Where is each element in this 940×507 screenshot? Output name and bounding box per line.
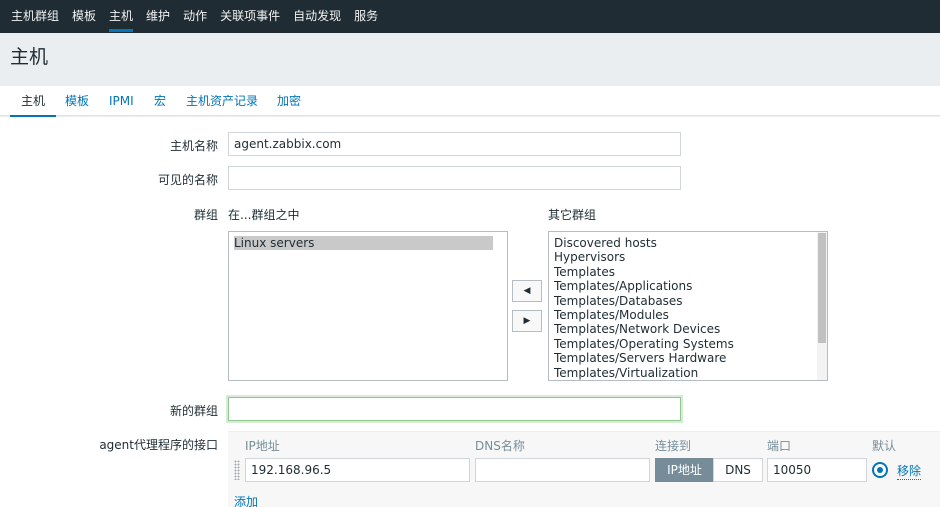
remove-interface-link[interactable]: 移除 <box>897 462 922 480</box>
move-to-other-groups-button[interactable]: ▶ <box>512 310 542 332</box>
tab-inventory[interactable]: 主机资产记录 <box>186 86 258 116</box>
new-group-input[interactable] <box>228 397 681 421</box>
connect-to-ip-button[interactable]: IP地址 <box>655 458 714 482</box>
tab-bar: 主机 模板 IPMI 宏 主机资产记录 加密 <box>0 86 940 117</box>
radio-selected-dot <box>877 467 883 473</box>
nav-item-services[interactable]: 服务 <box>349 0 383 33</box>
other-group-option[interactable]: Hypervisors <box>549 250 827 264</box>
groups-label: 群组 <box>193 208 218 222</box>
other-group-option[interactable]: Templates/Network Devices <box>549 322 827 336</box>
scrollbar-thumb[interactable] <box>818 233 826 343</box>
new-group-label: 新的群组 <box>169 404 218 418</box>
host-name-input[interactable] <box>228 132 681 156</box>
other-group-option[interactable]: Templates/Servers Hardware <box>549 351 827 365</box>
other-group-option[interactable]: Templates/Databases <box>549 294 827 308</box>
tab-ipmi[interactable]: IPMI <box>109 86 134 116</box>
interface-dns-input[interactable] <box>475 458 650 482</box>
other-groups-listbox[interactable]: Discovered hosts Hypervisors Templates T… <box>548 231 828 381</box>
tab-host[interactable]: 主机 <box>9 86 57 117</box>
tab-macros[interactable]: 宏 <box>154 86 166 116</box>
visible-name-input[interactable] <box>228 166 681 190</box>
nav-item-hosts[interactable]: 主机 <box>104 0 138 33</box>
tab-templates[interactable]: 模板 <box>65 86 89 116</box>
other-group-option[interactable]: Templates/Operating Systems <box>549 337 827 351</box>
host-name-label: 主机名称 <box>169 139 218 153</box>
in-groups-listbox[interactable]: Linux servers <box>228 231 508 381</box>
in-group-option[interactable]: Linux servers <box>234 236 493 251</box>
add-interface-link[interactable]: 添加 <box>234 493 258 507</box>
nav-item-templates[interactable]: 模板 <box>67 0 101 33</box>
tab-encryption[interactable]: 加密 <box>277 86 301 116</box>
other-group-option[interactable]: Templates/Virtualization <box>549 366 827 380</box>
interface-port-input[interactable] <box>767 458 867 482</box>
other-groups-heading: 其它群组 <box>548 208 597 222</box>
default-interface-radio[interactable] <box>872 462 888 478</box>
top-navigation: 主机群组 模板 主机 维护 动作 关联项事件 自动发现 服务 <box>0 0 940 33</box>
nav-item-actions[interactable]: 动作 <box>178 0 212 33</box>
nav-item-maintenance[interactable]: 维护 <box>141 0 175 33</box>
column-dns-name: DNS名称 <box>475 439 525 453</box>
connect-to-dns-button[interactable]: DNS <box>713 458 763 482</box>
arrow-right-icon: ▶ <box>523 316 531 326</box>
other-group-option[interactable]: Discovered hosts <box>549 236 827 250</box>
visible-name-label: 可见的名称 <box>157 173 218 187</box>
interface-ip-input[interactable] <box>245 458 470 482</box>
other-group-option[interactable]: Templates <box>549 265 827 279</box>
other-group-option[interactable]: Templates/Applications <box>549 279 827 293</box>
arrow-left-icon: ◀ <box>523 286 531 296</box>
nav-item-event-correlation[interactable]: 关联项事件 <box>215 0 285 33</box>
other-group-option[interactable]: Templates/Modules <box>549 308 827 322</box>
in-groups-heading: 在...群组之中 <box>228 208 300 222</box>
agent-interfaces-label: agent代理程序的接口 <box>99 438 218 452</box>
column-ip-address: IP地址 <box>245 439 280 453</box>
column-port: 端口 <box>767 439 792 453</box>
move-to-in-groups-button[interactable]: ◀ <box>512 280 542 302</box>
page-title: 主机 <box>10 46 49 68</box>
column-connect-to: 连接到 <box>655 439 692 453</box>
other-groups-scrollbar[interactable] <box>817 232 827 380</box>
drag-handle-icon[interactable] <box>234 460 240 480</box>
column-default: 默认 <box>872 439 897 453</box>
nav-item-host-groups[interactable]: 主机群组 <box>6 0 64 33</box>
nav-item-discovery[interactable]: 自动发现 <box>288 0 346 33</box>
